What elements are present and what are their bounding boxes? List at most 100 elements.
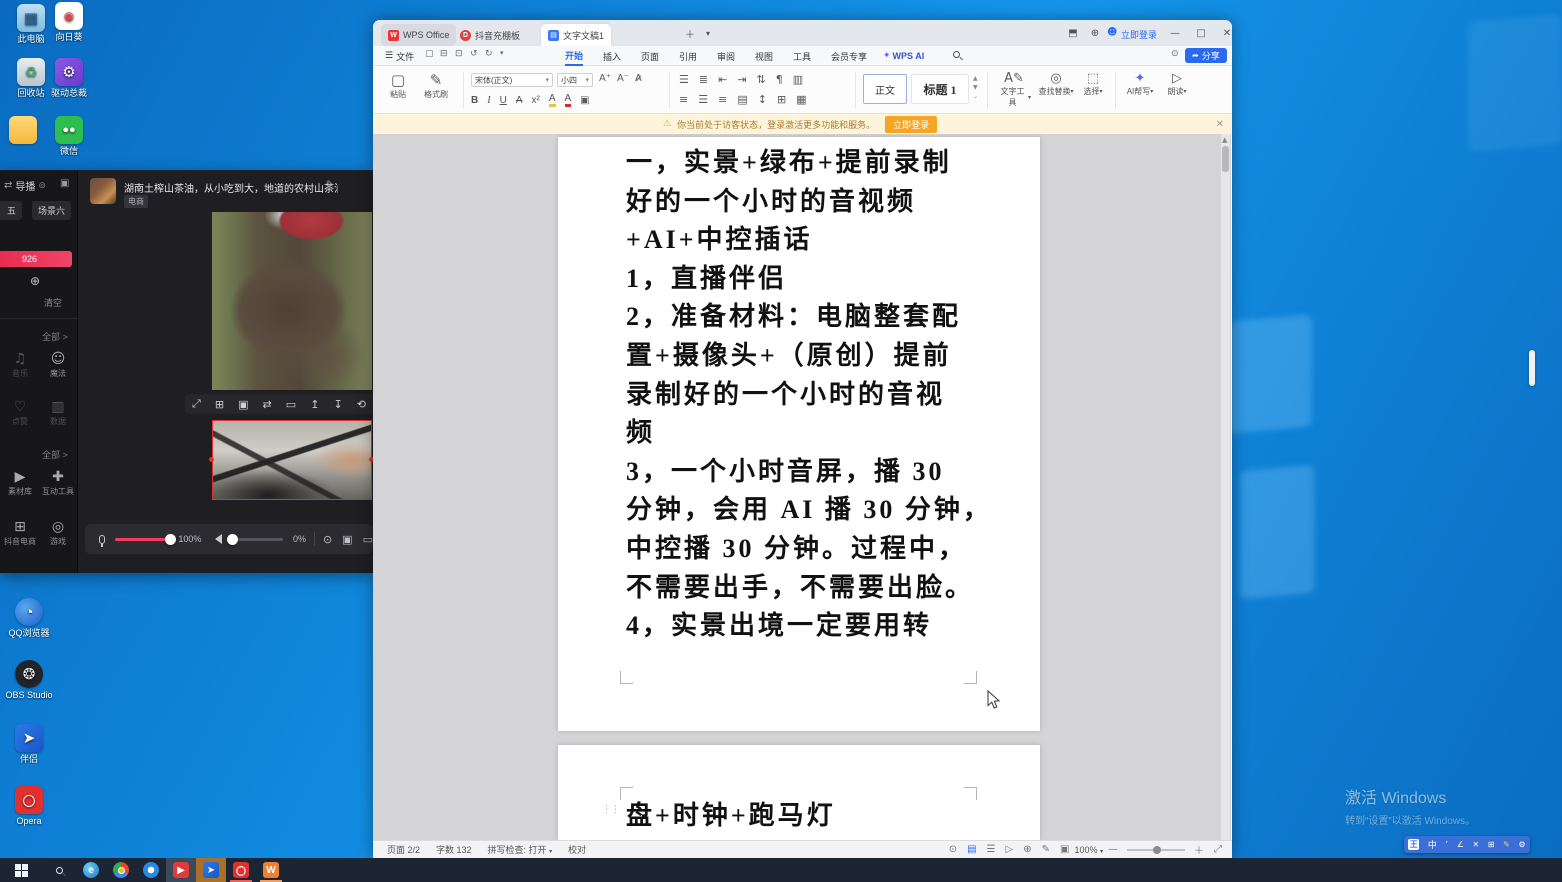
superscript-button[interactable]: x² [531,95,539,106]
taskbar-search-button[interactable] [42,858,76,882]
new-tab-button[interactable]: ＋ [681,20,699,46]
columns-icon[interactable]: ▥ [793,73,803,86]
taskbar-live-companion[interactable]: ➤ [196,858,226,882]
outline-mode-icon[interactable]: ☰ [987,844,996,855]
account-icon[interactable]: ☻ [1107,27,1117,38]
tab-list-button[interactable]: ▾ [701,20,715,46]
login-link[interactable]: 立即登录 [1121,28,1157,41]
scroll-up-icon[interactable]: ▲ [1222,136,1227,144]
document-area[interactable]: 一，实景+绿布+提前录制 好的一个小时的音视频 +AI+中控插话 1，直播伴侣 … [373,134,1231,840]
doc-tab-2[interactable]: D 抖音充棚板 [453,24,527,46]
rotate-icon[interactable]: ▣ [238,398,248,411]
tab-view[interactable]: 视图 [755,46,773,66]
page-mode-icon[interactable]: ▤ [967,844,976,855]
tool-magic[interactable]: ☺魔法 [40,350,76,379]
border-icon[interactable]: ▦ [796,93,806,106]
scene-tab-five[interactable]: 五 [0,201,22,220]
highlight-mode-icon[interactable]: ⊙ [949,844,957,855]
help-icon[interactable]: ⊚ [38,181,46,191]
tab-tools[interactable]: 工具 [793,46,811,66]
taskbar-red-app[interactable]: ▶ [166,858,196,882]
expand-icon[interactable]: ⤢ [192,397,201,411]
save-icon[interactable]: ▢ [425,49,434,59]
tool-music[interactable]: ♫音乐 [2,350,38,379]
print-icon[interactable]: ⊟ [440,49,448,59]
ime-close-icon[interactable]: ✕ [1472,840,1479,849]
tool-media-library[interactable]: ▶素材库 [2,468,38,497]
ribbon-collapse-icon[interactable]: ⊙ [1171,49,1179,59]
format-painter-button[interactable]: ✎格式刷 [419,71,453,100]
monitor-icon[interactable]: ▭ [363,533,373,546]
all-link-1[interactable]: 全部 > [42,330,68,343]
zoom-value[interactable]: 100% ▾ [1074,845,1103,855]
style-heading1[interactable]: 标题 1 [911,74,969,104]
sort-icon[interactable]: ⇅ [757,73,766,86]
desktop-icon-remote[interactable]: ◉ 向日葵 [40,2,98,42]
ime-settings-icon[interactable]: ⚙ [1518,840,1525,849]
italic-button[interactable]: I [487,95,490,106]
undo-icon[interactable]: ↺ [470,49,478,59]
fullscreen-toggle-icon[interactable]: ⤢ [1214,844,1222,855]
read-aloud-button[interactable]: ▷朗读▾ [1163,71,1191,97]
edge-panel-nub[interactable] [1529,350,1535,386]
zoom-slider[interactable] [1127,849,1185,851]
find-replace-button[interactable]: ◎查找替换▾ [1037,71,1075,97]
document-page-1[interactable]: 一，实景+绿布+提前录制 好的一个小时的音视频 +AI+中控插话 1，直播伴侣 … [558,137,1040,731]
notice-login-button[interactable]: 立即登录 [885,116,937,133]
edit-mode-icon[interactable]: ✎ [1042,844,1050,855]
paste-button[interactable]: ▢粘贴 [383,71,413,100]
taskbar-edge[interactable]: e [76,858,106,882]
tool-interactive[interactable]: ✚互动工具 [40,468,76,497]
video-preview-main[interactable] [212,212,372,390]
ime-shape-icon[interactable]: ∠ [1457,840,1464,849]
flip-icon[interactable]: ⇄ [263,398,272,411]
justify-icon[interactable]: ▤ [737,93,747,106]
tab-review[interactable]: 审阅 [717,46,735,66]
record-icon[interactable]: ⊙ [323,533,332,546]
desktop-icon-wechat[interactable]: ●● 微信 [40,116,98,156]
notice-close-icon[interactable]: ✕ [1216,119,1224,130]
align-left-icon[interactable]: ≡ [679,93,688,106]
zoom-in-icon[interactable]: ＋ [1194,842,1204,857]
line-spacing-icon[interactable]: ↕ [758,93,767,106]
tool-game[interactable]: ◎游戏 [40,518,76,547]
ime-keyboard-icon[interactable]: ⊞ [1488,840,1495,849]
taskbar-opera[interactable]: 〇 [226,858,256,882]
fit-page-icon[interactable]: ▣ [1060,844,1069,855]
speaker-icon[interactable] [215,534,222,544]
wps-home-tab[interactable]: W WPS Office [381,24,456,46]
score-bar[interactable]: 926 [0,251,72,267]
font-color-button[interactable]: A [565,93,572,107]
add-scene-icon[interactable]: ⊕ [30,274,40,288]
speaker-volume-slider[interactable] [229,538,283,541]
bullet-list-icon[interactable]: ☰ [679,73,689,86]
redo-icon[interactable]: ↻ [485,49,493,59]
preview-icon[interactable]: ⊡ [455,49,463,59]
start-button[interactable] [0,858,42,882]
indent-increase-icon[interactable]: ⇥ [737,73,746,86]
style-normal[interactable]: 正文 [863,74,907,104]
text-tools-button[interactable]: A✎文字工具▾ [997,71,1031,108]
ime-punct-icon[interactable]: ’ [1446,840,1449,849]
align-right-icon[interactable]: ≡ [718,93,727,106]
crop-icon[interactable]: ▭ [286,398,296,411]
ai-write-button[interactable]: ✦AI帮写▾ [1123,71,1157,97]
zoom-slider-knob[interactable] [1153,846,1161,854]
font-increase-icon[interactable]: A⁺ [599,73,611,84]
edit-title-icon[interactable]: ✎ [326,180,334,190]
play-mode-icon[interactable]: ▷ [1006,844,1014,855]
mic-volume-slider[interactable] [115,538,169,541]
maximize-button[interactable]: □ [1189,20,1213,46]
tab-wps-ai[interactable]: ✦WPS AI [883,46,924,66]
doc-scrollbar[interactable]: ▲ [1221,134,1230,840]
fullscreen-icon[interactable]: ⊞ [215,398,224,411]
clear-format-icon[interactable]: A̷ [635,73,642,84]
strike-button[interactable]: A [516,95,523,106]
word-count[interactable]: 字数 132 [436,843,472,856]
tab-insert[interactable]: 插入 [603,46,621,66]
microphone-icon[interactable] [99,535,105,544]
document-page-2[interactable]: ⋮⋮ 盘+时钟+跑马灯 [558,745,1040,840]
font-size-select[interactable]: 小四▾ [557,73,593,87]
close-button[interactable]: ✕ [1215,20,1239,46]
selection-handle[interactable] [209,457,214,462]
